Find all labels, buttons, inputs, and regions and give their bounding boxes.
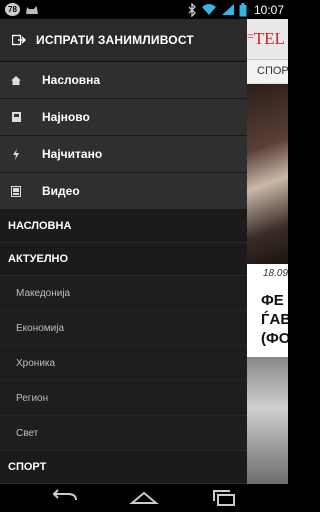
section-sport[interactable]: СПОРТ: [0, 451, 247, 484]
video-icon: [0, 185, 32, 197]
section-aktuelno[interactable]: АКТУЕЛНО: [0, 243, 247, 276]
article-title-line: (ФО: [261, 330, 288, 347]
nav-item-label: Најчитано: [42, 147, 103, 161]
home-nav-icon[interactable]: [128, 488, 160, 508]
bluetooth-icon: [188, 2, 196, 17]
article-photo[interactable]: [247, 84, 288, 264]
status-bar: 78 10:07: [0, 0, 288, 19]
send-interesting-label: ИСПРАТИ ЗАНИМЛИВОСТ: [36, 33, 194, 47]
nav-item-most-read[interactable]: Најчитано: [0, 136, 247, 173]
nav-item-home[interactable]: Насловна: [0, 62, 247, 99]
status-icons: 10:07: [187, 0, 284, 19]
section-naslovna[interactable]: НАСЛОВНА: [0, 210, 247, 243]
system-navigation-bar: [0, 484, 288, 512]
article-photo-secondary[interactable]: [247, 357, 288, 484]
battery-icon: [239, 2, 247, 16]
clock: 10:07: [253, 2, 284, 17]
subsection-item[interactable]: Свет: [0, 416, 247, 451]
nav-item-video[interactable]: Видео: [0, 173, 247, 210]
article-title-line: ЃАВ: [261, 311, 288, 328]
cat-icon: [26, 6, 38, 14]
navigation-drawer: ИСПРАТИ ЗАНИМЛИВОСТ Насловна Најново Нај…: [0, 19, 247, 484]
nav-item-label: Видео: [42, 184, 80, 198]
article-title[interactable]: ФЕ ЃАВ (ФО: [261, 291, 288, 348]
subsection-item[interactable]: Регион: [0, 381, 247, 416]
subsection-item[interactable]: Економија: [0, 311, 247, 346]
site-logo: =TEL: [247, 29, 285, 48]
article-peek[interactable]: =TEL СПОР 18.09 ФЕ ЃАВ (ФО: [247, 19, 288, 484]
article-tabs: СПОР: [247, 60, 288, 84]
article-date: 18.09: [263, 268, 288, 279]
nav-item-label: Насловна: [42, 73, 101, 87]
recent-apps-icon[interactable]: [208, 488, 240, 508]
bolt-icon: [0, 148, 32, 160]
back-icon[interactable]: [48, 488, 80, 508]
article-title-line: ФЕ: [261, 292, 284, 309]
tab-sport[interactable]: СПОР: [257, 65, 288, 77]
nav-item-newest[interactable]: Најново: [0, 99, 247, 136]
signal-icon: [221, 4, 234, 15]
subsection-item[interactable]: Македонија: [0, 276, 247, 311]
notification-badge-icon: 78: [5, 3, 20, 16]
newest-icon: [0, 112, 32, 122]
article-header: =TEL: [247, 19, 288, 60]
send-interesting-button[interactable]: ИСПРАТИ ЗАНИМЛИВОСТ: [0, 19, 247, 62]
send-icon: [12, 34, 26, 46]
wifi-icon: [201, 4, 216, 15]
home-icon: [0, 75, 32, 85]
nav-item-label: Најново: [42, 110, 90, 124]
subsection-item[interactable]: Хроника: [0, 346, 247, 381]
site-logo-text: TEL: [253, 29, 285, 48]
